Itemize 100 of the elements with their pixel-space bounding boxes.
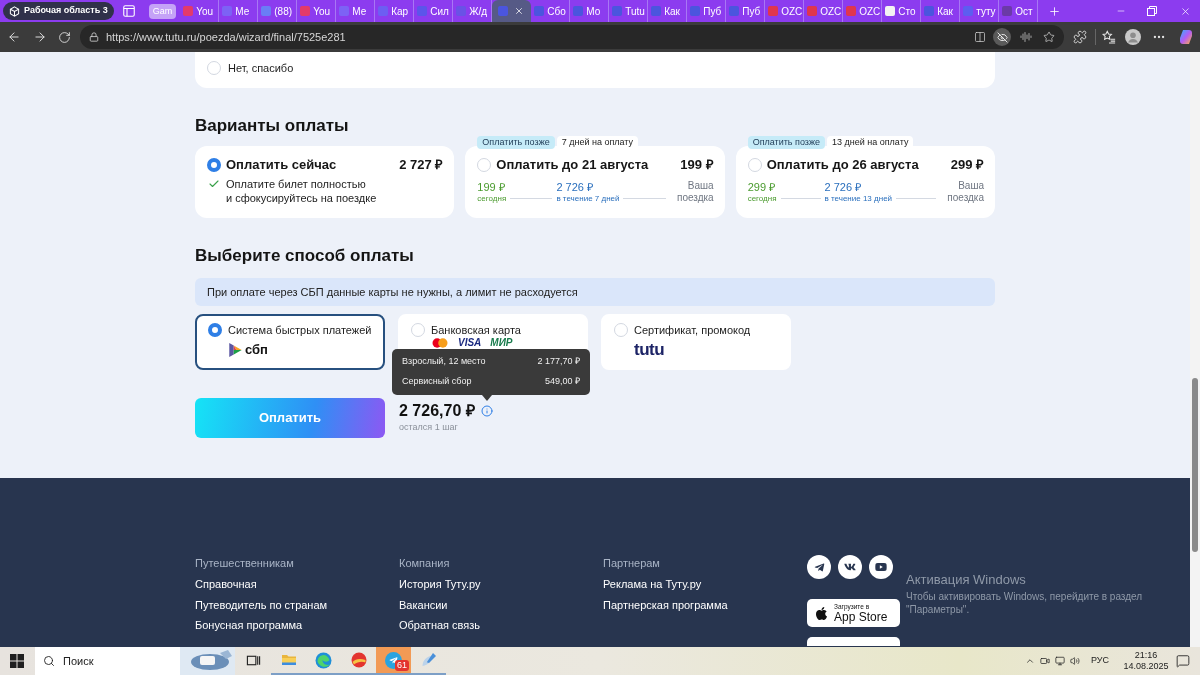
payment-amount: 2 726 ₽ <box>824 181 863 194</box>
footer-link[interactable]: Справочная <box>195 577 257 591</box>
app-logo-icon[interactable] <box>1178 29 1194 45</box>
paper-plane-icon[interactable] <box>807 555 831 579</box>
round-app-icon <box>350 652 367 668</box>
radio-button[interactable] <box>207 158 221 172</box>
camera-icon[interactable] <box>1039 656 1050 666</box>
total-price: 2 726,70 ₽ <box>399 401 475 421</box>
tag: 7 дней на оплату <box>556 136 639 149</box>
footer-link[interactable]: Партнерская программа <box>603 597 728 612</box>
method-label: Банковская карта <box>431 322 521 338</box>
section-heading: Выберите способ оплаты <box>195 245 415 267</box>
close-window-icon[interactable] <box>1180 5 1191 17</box>
destination-label: Ваша поездка <box>946 180 984 204</box>
card-circles-icon <box>431 338 449 348</box>
payment-logo: сбп <box>245 342 268 358</box>
notifications-icon[interactable] <box>1176 654 1190 668</box>
activation-title: Активация Windows <box>906 572 1027 588</box>
payment-amount: 199 ₽ <box>477 181 506 194</box>
workspace-button[interactable]: Рабочая область 3 <box>3 2 114 20</box>
footer-link[interactable]: Путеводитель по странам <box>195 597 328 612</box>
forward-icon[interactable] <box>33 30 47 44</box>
avatar-icon[interactable] <box>1125 29 1141 45</box>
payment-option-card[interactable]: Оплатить до 26 августа 299 ₽ 299 ₽ сегодня 2 726 ₽ в течение 13 дней Ваша поездка <box>735 146 995 218</box>
hint-text: остался 1 шаг <box>399 421 459 433</box>
payment-amount: 299 ₽ <box>747 181 777 194</box>
tag: Оплатить позже <box>747 136 825 149</box>
new-tab-icon[interactable] <box>1048 4 1062 18</box>
pen-icon <box>420 652 437 668</box>
payment-date-label: в течение 7 дней <box>556 194 620 204</box>
clock[interactable]: 21:16 14.08.2025 <box>1121 650 1171 672</box>
favorites-list-icon[interactable] <box>1102 30 1116 44</box>
radio-button[interactable] <box>208 323 222 337</box>
tag: 13 дней на оплату <box>827 136 914 149</box>
payment-method-card[interactable]: Сертификат, промокод tutu <box>601 314 791 370</box>
close-tab-icon[interactable] <box>514 6 525 16</box>
option-price: 299 ₽ <box>950 156 984 175</box>
destination-label: Ваша поездка <box>675 180 714 204</box>
payment-logo: tutu <box>634 342 665 358</box>
payment-date-label: сегодня <box>747 194 777 204</box>
triangle-logo-icon <box>228 342 243 358</box>
vk-icon[interactable] <box>838 555 862 579</box>
eye-off-icon[interactable] <box>993 28 1011 46</box>
payment-option-card[interactable]: Оплатить до 21 августа 199 ₽ 199 ₽ сегодня 2 726 ₽ в течение 7 дней Ваша поездка <box>465 146 725 218</box>
payment-method-card[interactable]: Система быстрых платежей сбп <box>195 314 385 370</box>
footer-link[interactable]: Обратная связь <box>399 618 481 632</box>
option-note: Оплатите билет полностью и сфокусируйтесь на поездке <box>226 177 377 205</box>
extensions-icon[interactable] <box>1073 30 1087 44</box>
method-label: Сертификат, промокод <box>634 322 751 338</box>
chevron-up-icon[interactable] <box>1024 656 1035 666</box>
activation-text: Чтобы активировать Windows, перейдите в раздел "Параметры". <box>906 590 1144 616</box>
footer-link[interactable]: Вакансии <box>399 597 448 612</box>
tag: Оплатить позже <box>477 136 555 149</box>
address-field[interactable]: https://www.tutu.ru/poezda/wizard/final/7525e281 <box>80 25 1064 49</box>
payment-option-card[interactable]: Оплатить сейчас 2 727 ₽ Оплатите билет полностью и сфокусируйтесь на поездке <box>195 146 455 218</box>
play-button-icon[interactable] <box>869 555 893 579</box>
monitor-icon[interactable] <box>1054 656 1065 666</box>
payment-logo: VISA <box>458 338 482 348</box>
tooltip-label: Взрослый, 12 место <box>402 355 486 369</box>
footer-link[interactable]: Реклама на Туту.ру <box>603 577 702 591</box>
section-heading: Варианты оплаты <box>195 115 350 137</box>
option-title: Оплатить до 21 августа <box>496 156 649 175</box>
option-title: Оплатить сейчас <box>226 156 337 175</box>
payment-date-label: в течение 13 дней <box>824 194 893 204</box>
favorite-star-icon[interactable] <box>1043 31 1055 43</box>
tooltip-amount: 549,00 ₽ <box>544 375 580 389</box>
info-icon[interactable] <box>480 405 493 417</box>
cube-icon <box>9 5 20 17</box>
footer-heading: Путешественникам <box>195 557 295 570</box>
check-icon <box>208 178 220 190</box>
reload-icon[interactable] <box>58 30 71 44</box>
tooltip-amount: 2 177,70 ₽ <box>537 355 580 369</box>
sound-wave-icon[interactable] <box>1020 31 1032 43</box>
search-bar[interactable]: Поиск <box>35 647 235 675</box>
tooltip-label: Сервисный сбор <box>402 375 472 389</box>
notification-count: 61 <box>395 660 409 671</box>
split-screen-icon[interactable] <box>974 31 986 43</box>
option-price: 2 727 ₽ <box>399 156 444 175</box>
footer-link[interactable]: Бонусная программа <box>195 618 303 632</box>
speaker-icon[interactable] <box>1069 656 1080 666</box>
method-label: Система быстрых платежей <box>228 322 372 338</box>
taskbar-button[interactable]: 61 <box>376 647 411 675</box>
footer-link[interactable]: История Туту.ру <box>399 577 481 591</box>
scrollbar-thumb[interactable] <box>1192 378 1198 552</box>
tab-actions-icon[interactable] <box>122 5 135 17</box>
start-icon[interactable] <box>10 654 24 668</box>
apple-icon <box>814 605 829 621</box>
url-text[interactable]: https://www.tutu.ru/poezda/wizard/final/7525e281 <box>106 28 346 46</box>
restore-icon[interactable] <box>1147 6 1157 16</box>
payment-amount: 2 726 ₽ <box>556 181 594 194</box>
pay-button[interactable]: Оплатить <box>195 398 385 438</box>
language-indicator[interactable]: РУС <box>1090 654 1109 668</box>
payment-logo: МИР <box>490 338 513 348</box>
lock-icon <box>89 32 99 42</box>
back-icon[interactable] <box>7 30 21 44</box>
search-highlight-drawing <box>180 647 235 675</box>
scrollbar[interactable] <box>1190 52 1200 647</box>
payment-date-label: сегодня <box>477 194 507 204</box>
browser-icon <box>315 651 332 669</box>
search-input[interactable]: Поиск <box>63 652 163 670</box>
